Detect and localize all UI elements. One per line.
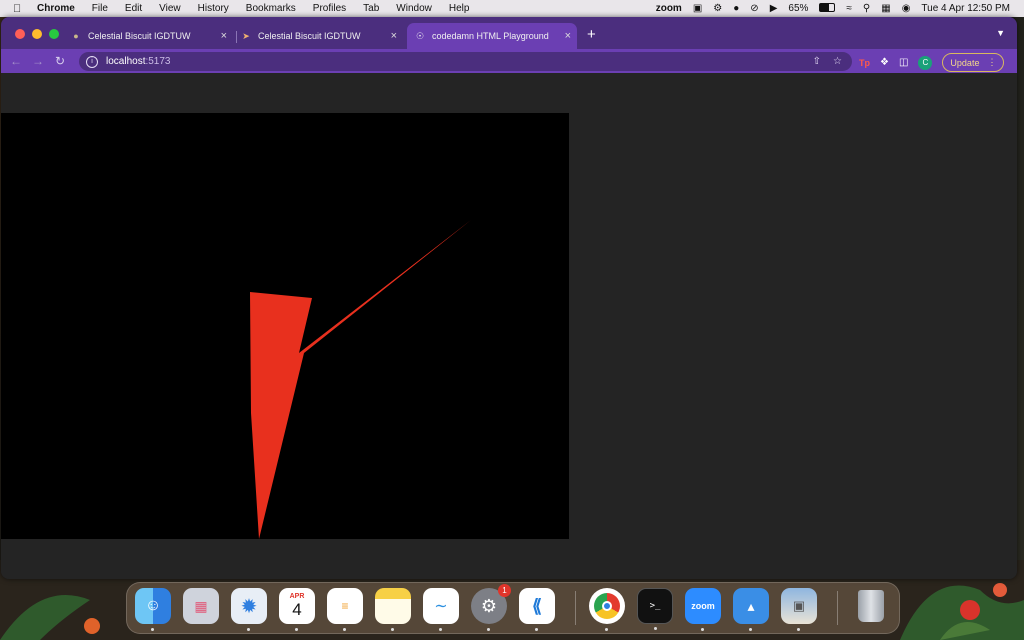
apple-icon[interactable]: : [13, 3, 27, 15]
menu-edit[interactable]: Edit: [125, 3, 142, 14]
extension-tp-icon[interactable]: Tp: [859, 58, 870, 68]
calendar-icon[interactable]: APR 4: [279, 588, 315, 631]
menu-history[interactable]: History: [198, 3, 229, 14]
toolbar-right: Tp ❖ ◫ C Update ⋮: [859, 53, 1005, 72]
site-info-icon[interactable]: i: [86, 55, 98, 68]
chrome-icon[interactable]: [589, 588, 625, 631]
finder-icon[interactable]: ☺: [135, 588, 171, 631]
url-text[interactable]: localhost:5173: [106, 56, 171, 67]
zoom-icon[interactable]: zoom: [685, 588, 721, 631]
zoom-dock-label: zoom: [691, 601, 715, 611]
search-icon[interactable]: ⚲: [863, 3, 870, 14]
menu-file[interactable]: File: [92, 3, 108, 14]
mute-icon[interactable]: ⊘: [750, 3, 758, 14]
launchpad-icon[interactable]: ▦: [183, 588, 219, 624]
tab-codedamn-playground[interactable]: ☉ codedamn HTML Playground ×: [407, 23, 577, 49]
system-settings-icon[interactable]: ⚙ 1: [471, 584, 511, 631]
share-icon[interactable]: ⇧: [813, 56, 821, 67]
terminal-icon[interactable]: >_: [637, 588, 673, 630]
omnibox-actions: ⇧ ☆: [813, 56, 842, 67]
minimize-window-icon[interactable]: [32, 29, 42, 39]
bookmark-star-icon[interactable]: ☆: [833, 56, 842, 67]
close-window-icon[interactable]: [15, 29, 25, 39]
side-panel-icon[interactable]: ◫: [899, 57, 908, 68]
close-tab-icon[interactable]: ×: [221, 30, 227, 42]
menu-view[interactable]: View: [159, 3, 181, 14]
chrome-window: ● Celestial Biscuit IGDTUW × ➤ Celestial…: [1, 17, 1017, 579]
tab-celestial-biscuit-1[interactable]: ● Celestial Biscuit IGDTUW ×: [71, 23, 233, 49]
tab-celestial-biscuit-2[interactable]: ➤ Celestial Biscuit IGDTUW ×: [241, 23, 403, 49]
freeform-icon[interactable]: ∼: [423, 588, 459, 631]
new-tab-button[interactable]: +: [587, 26, 596, 43]
maximize-window-icon[interactable]: [49, 29, 59, 39]
docker-icon[interactable]: ▣: [693, 3, 702, 14]
menubar-clock[interactable]: Tue 4 Apr 12:50 PM: [921, 3, 1010, 14]
extensions-puzzle-icon[interactable]: ❖: [880, 57, 889, 68]
globe-icon: ☉: [415, 31, 425, 41]
gear-icon[interactable]: ⚙: [713, 3, 722, 14]
reload-icon[interactable]: ↻: [49, 54, 71, 68]
biscuit-icon: ●: [73, 31, 79, 41]
zoom-status-item[interactable]: zoom: [656, 3, 682, 14]
safari-icon[interactable]: ✹: [231, 588, 267, 631]
tab-separator: [236, 31, 237, 43]
close-tab-icon[interactable]: ×: [565, 30, 571, 42]
control-center-icon[interactable]: ▦: [881, 3, 890, 14]
tab-title: codedamn HTML Playground: [432, 31, 549, 41]
menu-window[interactable]: Window: [396, 3, 432, 14]
keynote-icon[interactable]: ▴: [733, 588, 769, 631]
page-viewport: [1, 73, 1017, 579]
tab-title: Celestial Biscuit IGDTUW: [258, 31, 361, 41]
back-arrow-icon[interactable]: ←: [5, 54, 27, 68]
profile-avatar[interactable]: C: [918, 55, 933, 70]
dock-separator: [837, 591, 838, 625]
notification-badge: 1: [498, 584, 511, 597]
menu-app-name[interactable]: Chrome: [37, 3, 75, 14]
calendar-day: 4: [292, 599, 302, 619]
browser-toolbar: ← → ↻ i localhost:5173 ⇧ ☆ Tp ❖ ◫ C Upda…: [1, 49, 1017, 73]
menu-tab[interactable]: Tab: [363, 3, 379, 14]
drawing-canvas[interactable]: [1, 113, 569, 539]
more-menu-icon[interactable]: ⋮: [987, 57, 996, 68]
menu-help[interactable]: Help: [449, 3, 470, 14]
menu-bookmarks[interactable]: Bookmarks: [246, 3, 296, 14]
trash-icon[interactable]: [853, 588, 889, 624]
preview-icon[interactable]: ▣: [781, 588, 817, 631]
reminders-icon[interactable]: ≡: [327, 588, 363, 631]
status-icon[interactable]: ●: [733, 3, 739, 14]
vscode-icon[interactable]: ⟪: [519, 588, 555, 631]
tab-title: Celestial Biscuit IGDTUW: [88, 31, 191, 41]
window-controls: [15, 29, 59, 39]
battery-icon[interactable]: [819, 2, 836, 15]
calendar-month: APR: [289, 592, 305, 600]
tab-strip: ● Celestial Biscuit IGDTUW × ➤ Celestial…: [1, 17, 1017, 49]
macos-menu-bar:  Chrome File Edit View History Bookmark…: [0, 0, 1024, 17]
wifi-icon[interactable]: ≈: [846, 3, 852, 14]
menu-extras: zoom ▣ ⚙ ● ⊘ ▶ 65% ≈ ⚲ ▦ ◉ Tue 4 Apr 12:…: [656, 2, 1010, 15]
update-button[interactable]: Update ⋮: [942, 53, 1005, 72]
notes-icon[interactable]: [375, 588, 411, 631]
address-bar[interactable]: i localhost:5173 ⇧ ☆: [79, 52, 852, 71]
rocket-icon: ➤: [242, 31, 250, 41]
battery-percent: 65%: [788, 3, 809, 14]
macos-dock: ☺ ▦ ✹ APR 4 ≡ ∼ ⚙ 1 ⟪ >_ zoom ▴ ▣: [126, 582, 900, 634]
tab-search-chevron-icon[interactable]: ▼: [996, 28, 1005, 38]
close-tab-icon[interactable]: ×: [391, 30, 397, 42]
play-icon[interactable]: ▶: [770, 3, 778, 14]
menu-profiles[interactable]: Profiles: [313, 3, 346, 14]
forward-arrow-icon[interactable]: →: [27, 54, 49, 68]
dock-separator: [575, 591, 576, 625]
siri-icon[interactable]: ◉: [902, 3, 911, 14]
update-label: Update: [950, 57, 980, 68]
